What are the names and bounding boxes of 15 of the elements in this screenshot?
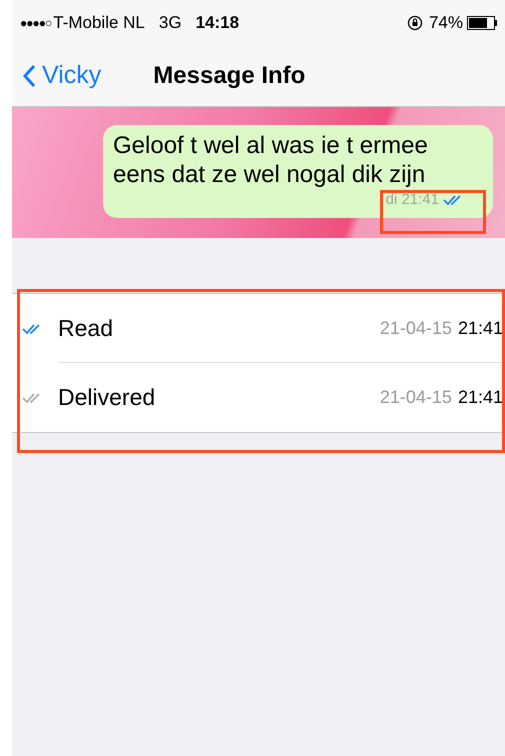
screen-title: Message Info bbox=[153, 61, 306, 91]
receipt-date: 21-04-15 bbox=[380, 316, 452, 340]
receipt-label: Read bbox=[58, 314, 113, 343]
receipt-date: 21-04-15 bbox=[380, 386, 452, 409]
clock-time: 14:18 bbox=[196, 12, 240, 34]
message-time: di 21:41 bbox=[386, 190, 439, 210]
signal-strength: ●●●●○ bbox=[20, 15, 52, 32]
back-button[interactable]: Vicky bbox=[12, 57, 102, 95]
receipt-label: Delivered bbox=[58, 383, 156, 412]
receipt-time: 21:41 bbox=[458, 386, 503, 409]
carrier-name: T-Mobile NL bbox=[53, 12, 145, 34]
message-text: Geloof t wel al was ie t ermee eens dat ze wel nogal dik zijn bbox=[113, 131, 429, 189]
network-type: 3G bbox=[158, 12, 182, 34]
battery-percent: 74% bbox=[428, 12, 463, 34]
receipt-time: 21:41 bbox=[458, 316, 503, 340]
